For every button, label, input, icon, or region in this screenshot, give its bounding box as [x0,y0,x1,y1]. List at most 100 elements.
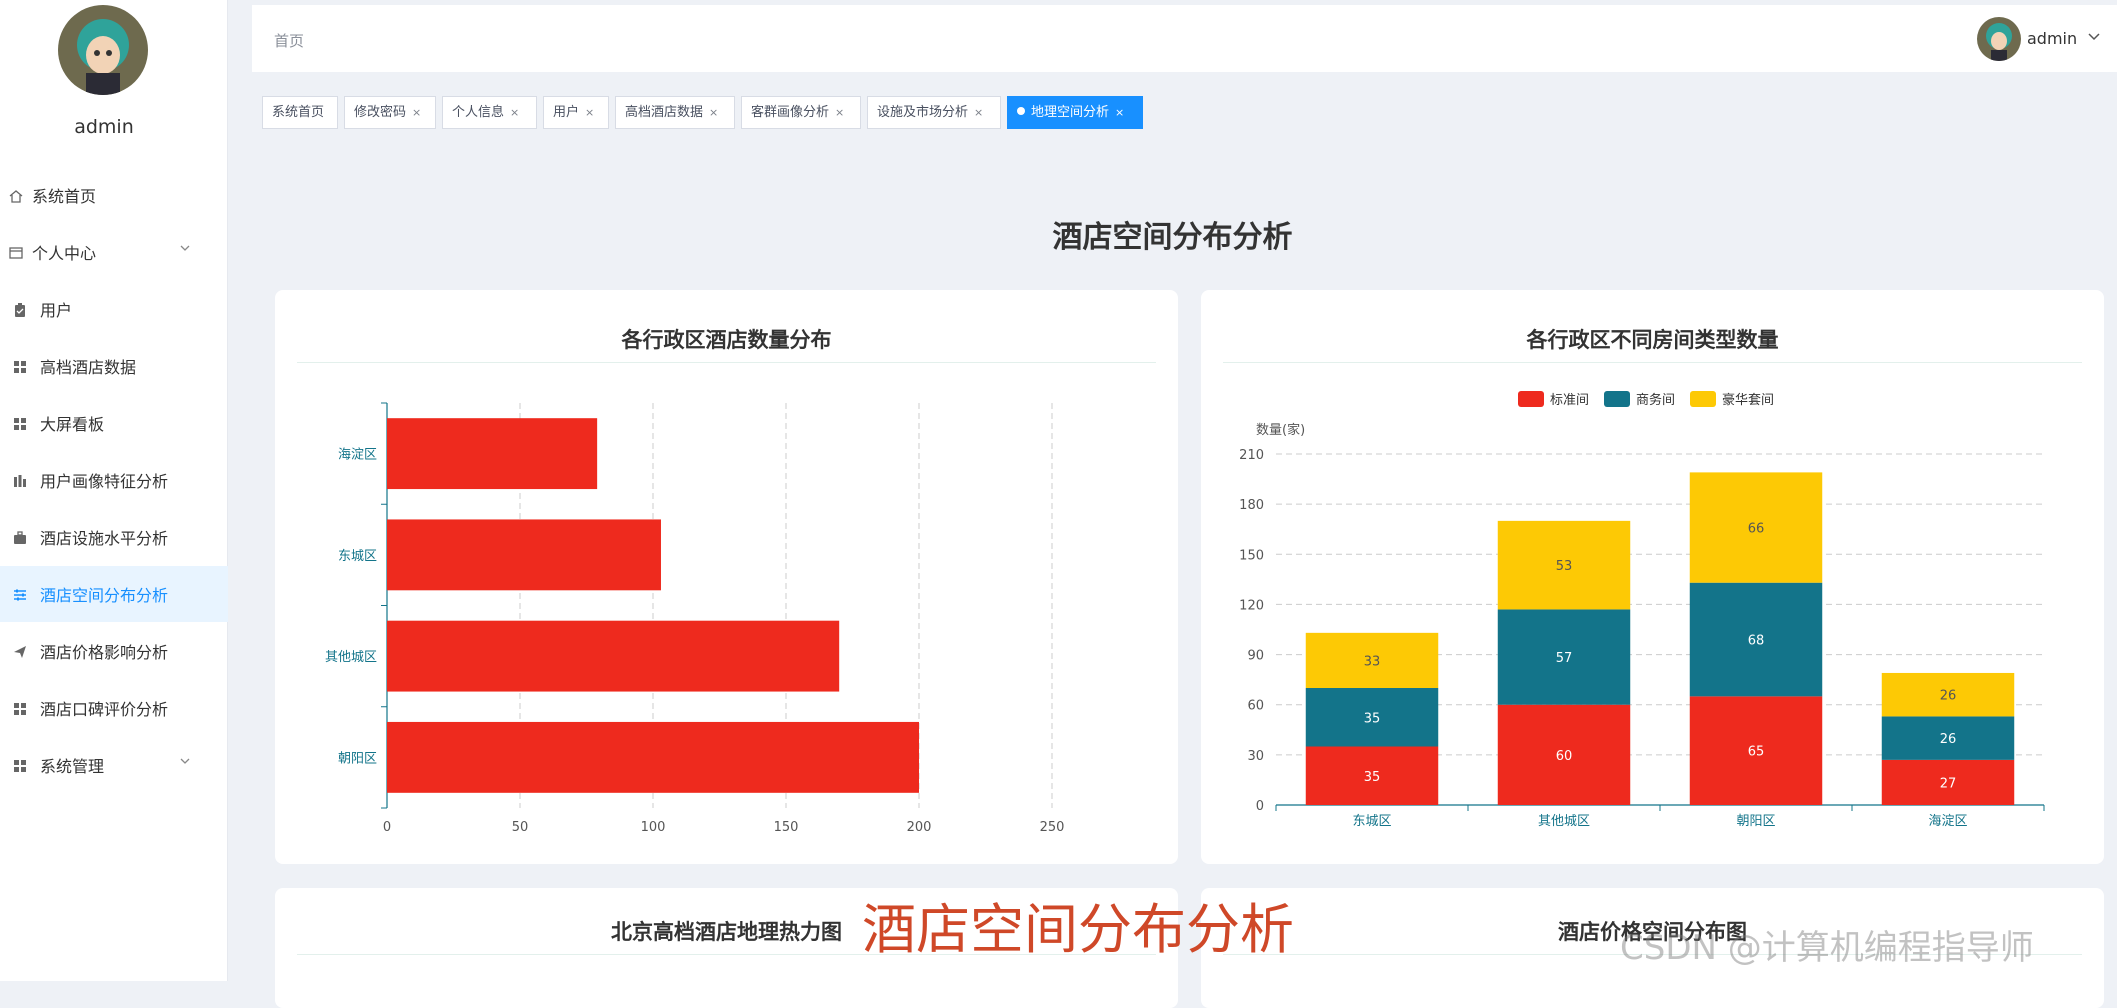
tab[interactable]: 设施及市场分析 × [867,96,1001,129]
grid-icon [0,699,40,718]
data-label: 57 [1556,651,1573,666]
data-label: 66 [1748,522,1765,537]
category-label: 朝阳区 [338,751,377,766]
sidebar-item-label: 系统管理 [40,757,105,776]
clipboard-icon [0,300,40,319]
grid-icon [0,414,40,433]
y-tick-label: 0 [1256,799,1264,814]
close-icon[interactable]: × [585,106,594,119]
tab[interactable]: 修改密码 × [344,96,436,129]
close-icon[interactable]: × [974,106,983,119]
legend-swatch [1604,391,1630,407]
legend-label: 豪华套间 [1722,392,1774,408]
sidebar-item[interactable]: 酒店价格影响分析 [0,623,228,679]
tab[interactable]: 用户 × [543,96,609,129]
category-label: 其他城区 [325,650,377,665]
tab[interactable]: 地理空间分析 × [1007,96,1143,129]
data-label: 35 [1364,711,1381,726]
tab-label: 修改密码 [354,105,407,120]
y-tick-label: 150 [1239,548,1264,563]
x-tick-label: 250 [1040,820,1065,835]
sidebar-item[interactable]: 酒店口碑评价分析 [0,680,228,736]
tab[interactable]: 客群画像分析 × [741,96,861,129]
tab[interactable]: 系统首页 [262,96,338,129]
sidebar-item[interactable]: 酒店空间分布分析 [0,566,228,622]
y-tick-label: 120 [1239,598,1264,613]
watermark: CSDN @计算机编程指导师 [1620,928,2034,968]
close-icon[interactable]: × [412,106,421,119]
active-dot [1017,107,1025,115]
sidebar-item[interactable]: 高档酒店数据 [0,338,228,394]
close-icon[interactable]: × [835,106,844,119]
sidebar-item-label: 高档酒店数据 [40,358,137,377]
hotel-count-card: 各行政区酒店数量分布 0 50 100 150 200 250 海淀区 东城区 其他城区 朝阳区 [275,290,1178,864]
tab-label: 系统首页 [272,105,325,120]
tab-label: 地理空间分析 [1031,105,1110,120]
sidebar-item-label: 大屏看板 [40,415,105,434]
y-tick-label: 210 [1239,448,1264,463]
legend-label: 标准间 [1550,393,1589,408]
x-tick-label: 150 [774,820,799,835]
tab-label: 高档酒店数据 [625,105,704,120]
data-label: 33 [1364,654,1381,669]
top-bar: 首页 admin [252,5,2117,72]
x-tick-label: 50 [512,820,529,835]
category-label: 东城区 [338,549,377,564]
tab[interactable]: 高档酒店数据 × [615,96,735,129]
page-title: 酒店空间分布分析 [1052,220,1293,255]
hotel-count-chart: 0 50 100 150 200 250 海淀区东城区其他城区朝阳区 [325,402,1065,835]
x-tick-label: 100 [641,820,666,835]
bar [387,620,840,692]
sidebar-item[interactable]: 系统管理 [0,737,228,793]
chevron-down-icon [178,753,192,772]
close-icon[interactable]: × [709,106,718,119]
data-label: 68 [1748,634,1765,649]
sidebar-item[interactable]: 用户 [0,281,228,337]
data-label: 60 [1556,749,1573,764]
legend-label: 商务间 [1636,392,1675,408]
sidebar-item[interactable]: 酒店设施水平分析 [0,509,228,565]
close-icon[interactable]: × [1115,106,1124,119]
y-tick-label: 60 [1247,699,1264,714]
sidebar-item-label: 酒店价格影响分析 [40,643,169,662]
avatar[interactable] [58,5,148,95]
x-tick-label: 0 [383,820,391,835]
home-icon [0,186,32,205]
sidebar-item-label: 系统首页 [32,187,97,206]
sidebar-item-label: 用户画像特征分析 [40,472,169,491]
data-label: 27 [1940,776,1957,791]
x-tick-label: 200 [907,820,932,835]
sidebar: admin 系统首页 个人中心 用户 高档酒店数据 大屏看板 用户画像特征分析 酒店设施水平… [0,0,228,981]
paper-plane-icon [0,642,40,661]
breadcrumb[interactable]: 首页 [274,30,304,51]
sidebar-item-label: 用户 [40,301,73,320]
sidebar-item-label: 酒店口碑评价分析 [40,700,169,719]
user-avatar[interactable] [1977,17,2021,61]
user-menu-name[interactable]: admin [2027,29,2077,48]
tab-label: 客群画像分析 [751,105,830,120]
data-label: 26 [1940,689,1957,704]
chevron-down-icon[interactable] [2087,29,2101,48]
sidebar-item-label: 酒店空间分布分析 [40,586,169,605]
y-tick-label: 180 [1239,498,1264,513]
y-tick-label: 90 [1247,649,1264,664]
grid-icon [0,756,40,775]
category-label: 海淀区 [338,448,377,463]
data-label: 26 [1940,732,1957,747]
close-icon[interactable]: × [510,106,519,119]
bar-chart-icon [0,471,40,490]
sidebar-item[interactable]: 大屏看板 [0,395,228,451]
bar [387,519,661,591]
data-label: 53 [1556,559,1573,574]
legend-swatch [1518,391,1544,407]
category-label: 朝阳区 [1736,814,1775,829]
sidebar-item[interactable]: 用户画像特征分析 [0,452,228,508]
tab-label: 设施及市场分析 [877,105,969,120]
grid-icon [0,357,40,376]
sidebar-item-label: 酒店设施水平分析 [40,529,169,548]
tab[interactable]: 个人信息 × [442,96,537,129]
y-axis-label: 数量(家) [1256,422,1305,438]
category-label: 海淀区 [1928,814,1967,829]
briefcase-icon [0,528,40,547]
data-label: 35 [1364,770,1381,785]
